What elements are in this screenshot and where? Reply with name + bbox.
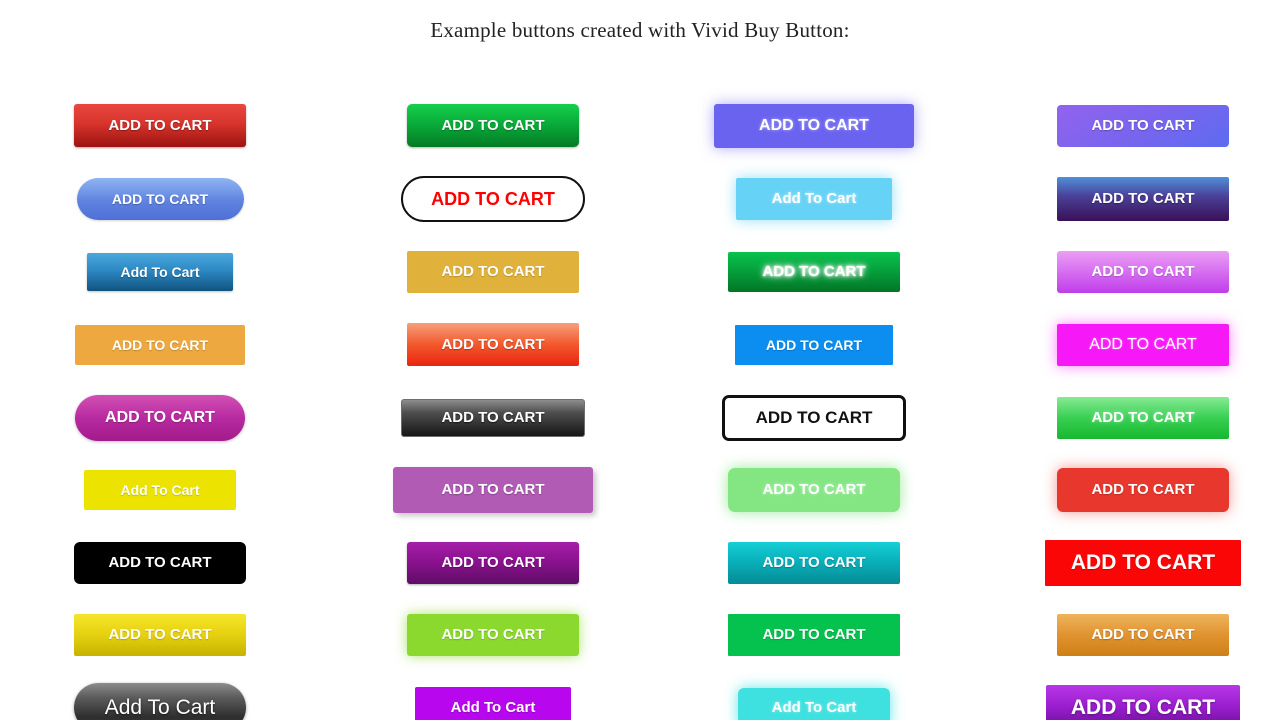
add-to-cart-button-r4c1[interactable]: ADD TO CART (75, 324, 245, 365)
add-to-cart-button-r4c3[interactable]: ADD TO CART (735, 324, 893, 365)
button-cell-r1c1: ADD TO CART (0, 89, 320, 162)
button-cell-r5c1: ADD TO CART (0, 381, 320, 454)
button-cell-r8c1: ADD TO CART (0, 598, 320, 671)
button-cell-r6c4: ADD TO CART (983, 453, 1280, 526)
button-cell-r3c4: ADD TO CART (983, 235, 1280, 308)
add-to-cart-button-r2c3[interactable]: Add To Cart (736, 177, 892, 220)
button-cell-r7c3: ADD TO CART (654, 526, 974, 599)
add-to-cart-button-r7c3[interactable]: ADD TO CART (728, 541, 900, 584)
button-cell-r7c4: ADD TO CART (983, 526, 1280, 599)
add-to-cart-button-r9c3[interactable]: Add To Cart (738, 687, 890, 720)
button-cell-r2c3: Add To Cart (654, 162, 974, 235)
add-to-cart-button-r3c4[interactable]: ADD TO CART (1057, 250, 1229, 293)
add-to-cart-button-r8c1[interactable]: ADD TO CART (74, 613, 246, 656)
button-cell-r4c2: ADD TO CART (333, 308, 653, 381)
button-cell-r3c2: ADD TO CART (333, 235, 653, 308)
button-cell-r1c4: ADD TO CART (983, 89, 1280, 162)
button-cell-r2c2: ADD TO CART (333, 162, 653, 235)
add-to-cart-button-r5c4[interactable]: ADD TO CART (1057, 396, 1229, 439)
button-cell-r9c2: Add To Cart (333, 671, 653, 720)
button-cell-r1c3: ADD TO CART (654, 89, 974, 162)
button-cell-r4c1: ADD TO CART (0, 308, 320, 381)
add-to-cart-button-r8c3[interactable]: ADD TO CART (728, 613, 900, 656)
add-to-cart-button-r3c3[interactable]: ADD TO CART (728, 251, 900, 292)
add-to-cart-button-r5c1[interactable]: ADD TO CART (75, 394, 245, 441)
button-cell-r3c1: Add To Cart (0, 235, 320, 308)
page-title: Example buttons created with Vivid Buy B… (430, 18, 850, 42)
add-to-cart-button-r8c2[interactable]: ADD TO CART (407, 613, 579, 656)
button-cell-r5c2: ADD TO CART (333, 381, 653, 454)
add-to-cart-button-r1c1[interactable]: ADD TO CART (74, 104, 246, 147)
button-cell-r3c3: ADD TO CART (654, 235, 974, 308)
button-cell-r7c2: ADD TO CART (333, 526, 653, 599)
add-to-cart-button-r4c4[interactable]: ADD TO CART (1057, 323, 1229, 366)
add-to-cart-button-r3c2[interactable]: ADD TO CART (407, 250, 579, 293)
add-to-cart-button-r5c2[interactable]: ADD TO CART (401, 398, 585, 437)
button-cell-r8c4: ADD TO CART (983, 598, 1280, 671)
add-to-cart-button-r2c4[interactable]: ADD TO CART (1057, 176, 1229, 221)
button-cell-r9c1: Add To Cart (0, 671, 320, 720)
add-to-cart-button-r6c2[interactable]: ADD TO CART (393, 466, 593, 513)
add-to-cart-button-r2c1[interactable]: ADD TO CART (76, 177, 244, 220)
add-to-cart-button-r8c4[interactable]: ADD TO CART (1057, 613, 1229, 656)
add-to-cart-button-r7c4[interactable]: ADD TO CART (1045, 539, 1241, 586)
add-to-cart-button-r3c1[interactable]: Add To Cart (87, 252, 233, 291)
button-cell-r4c3: ADD TO CART (654, 308, 974, 381)
add-to-cart-button-r1c2[interactable]: ADD TO CART (407, 104, 579, 147)
button-cell-r6c1: Add To Cart (0, 453, 320, 526)
button-cell-r8c2: ADD TO CART (333, 598, 653, 671)
button-cell-r6c2: ADD TO CART (333, 453, 653, 526)
add-to-cart-button-r9c4[interactable]: ADD TO CART (1046, 684, 1240, 720)
button-cell-r2c1: ADD TO CART (0, 162, 320, 235)
add-to-cart-button-r1c3[interactable]: ADD TO CART (714, 103, 914, 148)
add-to-cart-button-r7c1[interactable]: ADD TO CART (74, 541, 246, 584)
add-to-cart-button-r4c2[interactable]: ADD TO CART (407, 323, 579, 366)
button-cell-r8c3: ADD TO CART (654, 598, 974, 671)
button-cell-r2c4: ADD TO CART (983, 162, 1280, 235)
button-cell-r5c3: ADD TO CART (654, 381, 974, 454)
add-to-cart-button-r9c2[interactable]: Add To Cart (415, 686, 571, 720)
button-cell-r6c3: ADD TO CART (654, 453, 974, 526)
add-to-cart-button-r9c1[interactable]: Add To Cart (74, 683, 246, 720)
button-cell-r1c2: ADD TO CART (333, 89, 653, 162)
button-cell-r9c3: Add To Cart (654, 671, 974, 720)
button-gallery-grid: ADD TO CART ADD TO CART ADD TO CART ADD TO … (0, 49, 1280, 720)
add-to-cart-button-r5c3[interactable]: ADD TO CART (722, 394, 906, 441)
button-cell-r7c1: ADD TO CART (0, 526, 320, 599)
add-to-cart-button-r7c2[interactable]: ADD TO CART (407, 541, 579, 584)
add-to-cart-button-r6c1[interactable]: Add To Cart (84, 469, 236, 510)
add-to-cart-button-r1c4[interactable]: ADD TO CART (1057, 104, 1229, 147)
button-cell-r4c4: ADD TO CART (983, 308, 1280, 381)
add-to-cart-button-r6c3[interactable]: ADD TO CART (728, 467, 900, 512)
button-cell-r5c4: ADD TO CART (983, 381, 1280, 454)
add-to-cart-button-r2c2[interactable]: ADD TO CART (401, 175, 585, 222)
add-to-cart-button-r6c4[interactable]: ADD TO CART (1057, 467, 1229, 512)
button-cell-r9c4: ADD TO CART (983, 671, 1280, 720)
